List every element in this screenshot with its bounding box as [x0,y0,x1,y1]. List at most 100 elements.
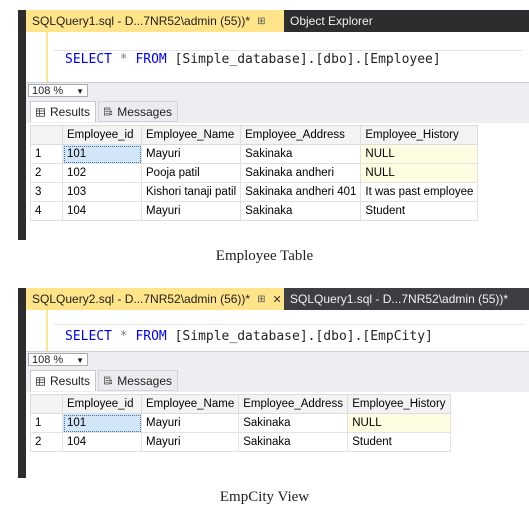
cell[interactable]: 104 [62,201,142,221]
chevron-down-icon[interactable]: ▼ [76,354,84,367]
row-number[interactable]: 4 [30,201,63,221]
messages-icon [104,107,113,116]
table-row[interactable]: 2 102 Pooja patil Sakinaka andheri NULL [30,163,479,183]
tab-label: SQLQuery1.sql - D...7NR52\admin (55))* [290,292,509,306]
left-chrome [18,32,26,240]
divider [54,50,523,51]
tab-messages[interactable]: Messages [98,370,178,391]
zoom-value: 108 % [32,85,64,97]
zoom-bar: 108 % ▼ [26,351,529,368]
results-grid-area: Employee_id Employee_Name Employee_Addre… [26,123,529,240]
table-row[interactable]: 3 103 Kishori tanaji patil Sakinaka andh… [30,182,479,202]
table-row[interactable]: 4 104 Mayuri Sakinaka Student [30,201,479,221]
tab-label: SQLQuery2.sql - D...7NR52\admin (56))* [32,292,251,306]
cell[interactable]: Sakinaka [240,201,362,221]
tab-messages[interactable]: Messages [98,101,178,122]
row-number-header[interactable] [30,125,63,145]
tab-sqlquery1[interactable]: SQLQuery1.sql - D...7NR52\admin (55))* [284,288,529,310]
cell[interactable]: It was past employee [360,182,479,202]
tab-label: SQLQuery1.sql - D...7NR52\admin (55))* [32,14,251,28]
results-grid-area: Employee_id Employee_Name Employee_Addre… [26,392,529,478]
pin-icon[interactable]: ⊞ [257,294,265,305]
row-number-header[interactable] [30,394,63,414]
tab-results[interactable]: Results [30,101,96,122]
cell[interactable]: Sakinaka andheri 401 [240,182,362,202]
column-header[interactable]: Employee_Address [240,125,362,145]
sql-star: * [119,52,128,67]
results-grid[interactable]: Employee_id Employee_Name Employee_Addre… [30,125,479,221]
tab-sqlquery2[interactable]: SQLQuery2.sql - D...7NR52\admin (56))* ⊞… [26,288,284,310]
sql-statement[interactable]: SELECT * FROM [Simple_database].[dbo].[E… [65,329,433,344]
chevron-down-icon[interactable]: ▼ [76,85,84,98]
table-row[interactable]: 1 101 Mayuri Sakinaka NULL [30,144,479,164]
tab-label: Object Explorer [290,14,373,28]
column-header[interactable]: Employee_Address [238,394,349,414]
grid-icon [36,107,45,117]
row-number[interactable]: 2 [30,163,63,183]
header-row: Employee_id Employee_Name Employee_Addre… [30,125,479,145]
column-header[interactable]: Employee_id [62,125,142,145]
cell[interactable]: Sakinaka [238,413,349,433]
messages-label: Messages [117,104,172,119]
cell[interactable]: NULL [347,413,451,433]
ssms-window-empcity: SQLQuery2.sql - D...7NR52\admin (56))* ⊞… [18,288,529,478]
zoom-select[interactable]: 108 % ▼ [28,353,88,366]
row-number[interactable]: 2 [30,432,63,452]
sql-keyword-from: FROM [135,329,167,344]
header-row: Employee_id Employee_Name Employee_Addre… [30,394,451,414]
close-icon[interactable]: ✕ [272,293,281,306]
cell[interactable]: NULL [360,163,479,183]
results-tab-bar: Results Messages [26,99,529,123]
cell[interactable]: Sakinaka [240,144,362,164]
cell[interactable]: Sakinaka [238,432,349,452]
row-number[interactable]: 1 [30,144,63,164]
left-chrome [18,310,26,478]
grid-icon [36,376,45,386]
cell[interactable]: 103 [62,182,142,202]
cell[interactable]: Student [347,432,451,452]
column-header[interactable]: Employee_History [360,125,479,145]
cell[interactable]: Mayuri [140,201,242,221]
tab-sqlquery1[interactable]: SQLQuery1.sql - D...7NR52\admin (55))* ⊞ [26,10,284,32]
cell[interactable]: Pooja patil [140,163,242,183]
query-editor[interactable]: SELECT * FROM [Simple_database].[dbo].[E… [26,32,529,82]
divider [54,324,523,325]
zoom-value: 108 % [32,354,64,366]
cell[interactable]: 101 [62,413,142,433]
column-header[interactable]: Employee_Name [140,125,242,145]
results-grid[interactable]: Employee_id Employee_Name Employee_Addre… [30,394,451,452]
sql-keyword-from: FROM [135,52,167,67]
cell[interactable]: Kishori tanaji patil [140,182,242,202]
cell[interactable]: 101 [62,144,142,164]
pin-icon[interactable]: ⊞ [257,16,265,27]
tab-object-explorer[interactable]: Object Explorer [284,10,404,32]
column-header[interactable]: Employee_id [62,394,142,414]
cell[interactable]: Mayuri [140,432,240,452]
query-editor[interactable]: SELECT * FROM [Simple_database].[dbo].[E… [26,310,529,352]
results-label: Results [49,374,90,388]
cell[interactable]: 104 [62,432,142,452]
figure-caption: Employee Table [215,248,314,264]
sql-statement[interactable]: SELECT * FROM [Simple_database].[dbo].[E… [65,52,441,67]
row-number[interactable]: 3 [30,182,63,202]
row-number[interactable]: 1 [30,413,63,433]
document-tab-bar: SQLQuery2.sql - D...7NR52\admin (56))* ⊞… [18,288,529,310]
ssms-window-employee: SQLQuery1.sql - D...7NR52\admin (55))* ⊞… [18,10,529,240]
zoom-bar: 108 % ▼ [26,82,529,99]
tab-results[interactable]: Results [30,370,96,391]
column-header[interactable]: Employee_History [347,394,451,414]
zoom-select[interactable]: 108 % ▼ [28,84,88,97]
sql-keyword-select: SELECT [65,329,112,344]
cell[interactable]: Sakinaka andheri [240,163,362,183]
table-row[interactable]: 2 104 Mayuri Sakinaka Student [30,432,451,452]
cell[interactable]: Mayuri [140,144,242,164]
column-header[interactable]: Employee_Name [140,394,240,414]
results-tab-bar: Results Messages [26,368,529,392]
table-row[interactable]: 1 101 Mayuri Sakinaka NULL [30,413,451,433]
cell[interactable]: Student [360,201,479,221]
messages-label: Messages [117,373,172,388]
cell[interactable]: NULL [360,144,479,164]
document-tab-bar: SQLQuery1.sql - D...7NR52\admin (55))* ⊞… [18,10,529,32]
cell[interactable]: Mayuri [140,413,240,433]
cell[interactable]: 102 [62,163,142,183]
